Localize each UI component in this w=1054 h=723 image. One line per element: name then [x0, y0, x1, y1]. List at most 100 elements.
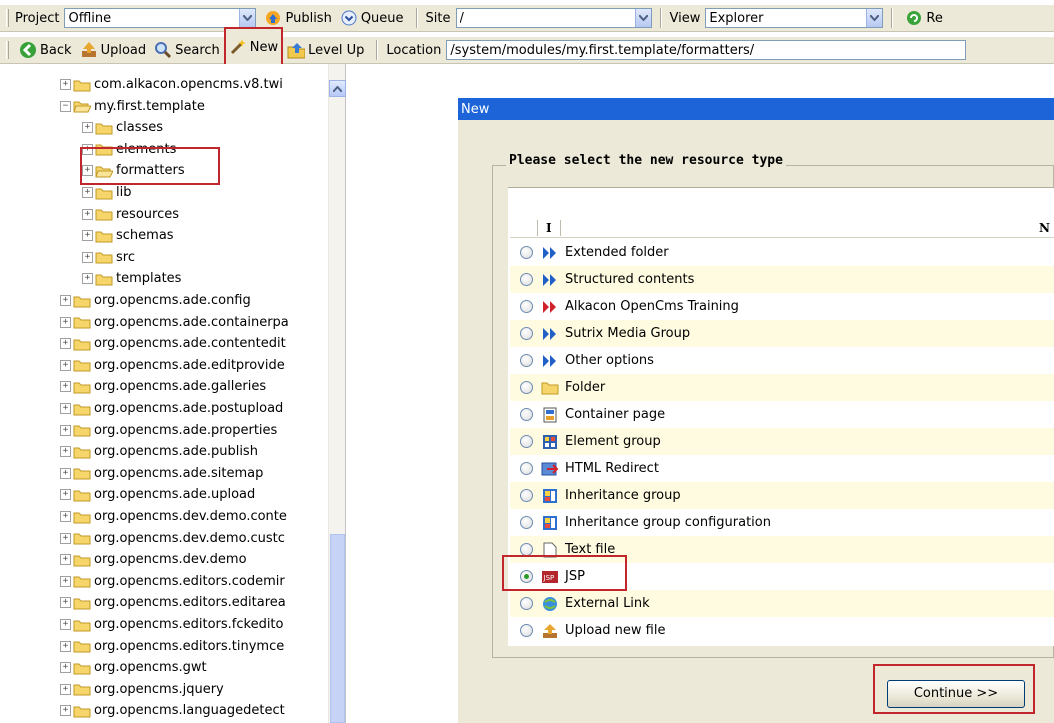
- resource-type-option[interactable]: HTML Redirect: [510, 455, 1054, 482]
- expand-toggle-icon[interactable]: +: [60, 467, 71, 479]
- tree-item[interactable]: + org.opencms.ade.postupload: [60, 398, 283, 419]
- tree-item[interactable]: + classes: [82, 117, 163, 138]
- resource-type-option[interactable]: Inheritance group: [510, 482, 1054, 509]
- radio-button[interactable]: [520, 408, 533, 421]
- queue-button[interactable]: Queue: [336, 6, 408, 30]
- expand-toggle-icon[interactable]: +: [82, 122, 93, 134]
- column-header-icon[interactable]: I: [546, 221, 552, 235]
- column-header-name[interactable]: N: [1039, 221, 1050, 235]
- tree-item[interactable]: + org.opencms.editors.tinymce: [60, 636, 284, 657]
- expand-toggle-icon[interactable]: +: [82, 230, 93, 242]
- tree-item[interactable]: + org.opencms.ade.publish: [60, 441, 258, 462]
- tree-item[interactable]: + templates: [82, 268, 181, 289]
- resource-type-option[interactable]: Other options: [510, 347, 1054, 374]
- level-up-button[interactable]: Level Up: [283, 38, 368, 62]
- tree-item[interactable]: + org.opencms.dev.demo.conte: [60, 506, 287, 527]
- expand-toggle-icon[interactable]: +: [60, 705, 71, 717]
- tree-item[interactable]: + schemas: [82, 225, 174, 246]
- tree-item[interactable]: + org.opencms.jquery: [60, 679, 224, 700]
- radio-button[interactable]: [520, 489, 533, 502]
- expand-toggle-icon[interactable]: +: [60, 554, 71, 566]
- tree-item[interactable]: + resources: [82, 204, 179, 225]
- tree-item[interactable]: + org.opencms.ade.galleries: [60, 376, 266, 397]
- resource-type-option[interactable]: Folder: [510, 374, 1054, 401]
- expand-toggle-icon[interactable]: +: [60, 597, 71, 609]
- expand-toggle-icon[interactable]: +: [60, 295, 71, 306]
- resource-type-option[interactable]: Sutrix Media Group: [510, 320, 1054, 347]
- expand-toggle-icon[interactable]: +: [60, 532, 71, 544]
- resource-type-option[interactable]: Container page: [510, 401, 1054, 428]
- tree-item[interactable]: + org.opencms.languagedetect: [60, 700, 285, 721]
- radio-button[interactable]: [520, 435, 533, 448]
- tree-item[interactable]: + org.opencms.dev.demo.custc: [60, 528, 285, 549]
- expand-toggle-icon[interactable]: +: [82, 187, 93, 198]
- radio-button[interactable]: [520, 273, 533, 286]
- expand-toggle-icon[interactable]: +: [60, 381, 71, 393]
- tree-item[interactable]: + org.opencms.ade.sitemap: [60, 463, 263, 484]
- search-button[interactable]: Search: [150, 38, 224, 62]
- reload-button[interactable]: Re: [901, 6, 946, 30]
- expand-toggle-icon[interactable]: +: [82, 208, 93, 220]
- expand-toggle-icon[interactable]: +: [60, 359, 71, 371]
- chevron-down-icon[interactable]: [866, 9, 883, 27]
- tree-item[interactable]: − my.first.template: [60, 96, 205, 117]
- expand-toggle-icon[interactable]: +: [60, 338, 71, 350]
- expand-toggle-icon[interactable]: +: [60, 640, 71, 652]
- expand-toggle-icon[interactable]: +: [82, 273, 93, 285]
- radio-button[interactable]: [520, 462, 533, 475]
- radio-button[interactable]: [520, 246, 533, 259]
- resource-type-option[interactable]: External Link: [510, 590, 1054, 617]
- expand-toggle-icon[interactable]: +: [82, 251, 93, 263]
- radio-button[interactable]: [520, 381, 533, 394]
- expand-toggle-icon[interactable]: +: [60, 316, 71, 328]
- resource-type-option[interactable]: Inheritance group configuration: [510, 509, 1054, 536]
- tree-item[interactable]: + org.opencms.ade.upload: [60, 484, 255, 505]
- tree-item[interactable]: + lib: [82, 182, 131, 203]
- resource-type-option[interactable]: Extended folder: [510, 239, 1054, 266]
- radio-button[interactable]: [520, 354, 533, 367]
- chevron-down-icon[interactable]: [239, 9, 256, 27]
- expand-toggle-icon[interactable]: +: [60, 575, 71, 587]
- expand-toggle-icon[interactable]: +: [60, 662, 71, 674]
- radio-button[interactable]: [520, 300, 533, 313]
- expand-toggle-icon[interactable]: +: [60, 446, 71, 458]
- chevron-down-icon[interactable]: [634, 9, 651, 27]
- scroll-up-arrow-icon[interactable]: [329, 80, 346, 97]
- radio-button[interactable]: [520, 516, 533, 529]
- tree-item[interactable]: + org.opencms.ade.properties: [60, 420, 277, 441]
- expand-toggle-icon[interactable]: +: [60, 424, 71, 436]
- tree-item[interactable]: + org.opencms.ade.containerpa: [60, 312, 289, 333]
- view-select[interactable]: Explorer: [705, 8, 884, 28]
- resource-type-option[interactable]: Alkacon OpenCms Training: [510, 293, 1054, 320]
- radio-button[interactable]: [520, 624, 533, 637]
- expand-toggle-icon[interactable]: +: [60, 511, 71, 522]
- tree-item[interactable]: + org.opencms.editors.codemir: [60, 571, 285, 592]
- tree-item[interactable]: + org.opencms.dev.demo: [60, 549, 247, 570]
- tree-item[interactable]: + org.opencms.gwt: [60, 657, 207, 678]
- tree-item[interactable]: + org.opencms.editors.editarea: [60, 592, 286, 613]
- radio-button[interactable]: [520, 597, 533, 610]
- tree-scrollbar[interactable]: [328, 64, 346, 723]
- resource-type-option[interactable]: Upload new file: [510, 617, 1054, 644]
- expand-toggle-icon[interactable]: +: [60, 489, 71, 501]
- expand-toggle-icon[interactable]: +: [60, 683, 71, 695]
- new-button[interactable]: New: [223, 27, 284, 67]
- tree-item[interactable]: + org.opencms.ade.editprovide: [60, 355, 285, 376]
- tree-item[interactable]: + org.opencms.ade.config: [60, 290, 251, 311]
- upload-button[interactable]: Upload: [76, 38, 151, 62]
- project-select[interactable]: Offline: [64, 8, 257, 28]
- expand-toggle-icon[interactable]: +: [60, 403, 71, 414]
- location-input[interactable]: /system/modules/my.first.template/format…: [446, 40, 967, 60]
- resource-type-option[interactable]: Element group: [510, 428, 1054, 455]
- radio-button[interactable]: [520, 327, 533, 340]
- resource-type-option[interactable]: Structured contents: [510, 266, 1054, 293]
- site-select[interactable]: /: [455, 8, 652, 28]
- scroll-thumb[interactable]: [330, 534, 345, 723]
- tree-item[interactable]: + org.opencms.ade.contentedit: [60, 333, 286, 354]
- expand-toggle-icon[interactable]: +: [60, 79, 71, 90]
- expand-toggle-icon[interactable]: +: [60, 619, 71, 630]
- tree-item[interactable]: + src: [82, 247, 135, 268]
- tree-item[interactable]: + org.opencms.editors.fckedito: [60, 614, 283, 635]
- expand-toggle-icon[interactable]: −: [60, 100, 71, 112]
- back-button[interactable]: Back: [15, 38, 76, 62]
